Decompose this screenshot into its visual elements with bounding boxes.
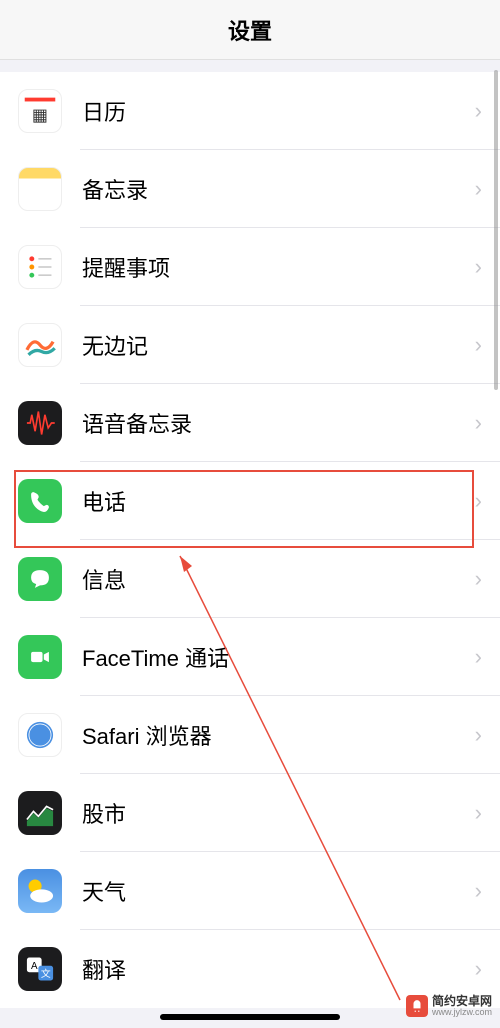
freeform-icon	[18, 323, 62, 367]
chevron-right-icon: ›	[475, 410, 482, 436]
notes-icon	[18, 167, 62, 211]
facetime-icon	[18, 635, 62, 679]
row-safari[interactable]: Safari 浏览器 ›	[0, 696, 500, 774]
voicememos-icon	[18, 401, 62, 445]
settings-list: ▦ 日历 › 备忘录 › 提醒事项 › 无边记 › 语音备忘录 › 电话 ›	[0, 72, 500, 1008]
safari-icon	[18, 713, 62, 757]
stocks-icon	[18, 791, 62, 835]
row-label: Safari 浏览器	[82, 719, 475, 751]
chevron-right-icon: ›	[475, 956, 482, 982]
watermark: 简约安卓网 www.jylzw.com	[406, 995, 492, 1018]
home-indicator[interactable]	[160, 1014, 340, 1020]
svg-text:▦: ▦	[32, 105, 48, 125]
scrollbar[interactable]	[494, 70, 498, 390]
chevron-right-icon: ›	[475, 176, 482, 202]
row-calendar[interactable]: ▦ 日历 ›	[0, 72, 500, 150]
row-facetime[interactable]: FaceTime 通话 ›	[0, 618, 500, 696]
row-label: 提醒事项	[82, 251, 475, 283]
row-stocks[interactable]: 股市 ›	[0, 774, 500, 852]
row-weather[interactable]: 天气 ›	[0, 852, 500, 930]
chevron-right-icon: ›	[475, 566, 482, 592]
translate-icon: A文	[18, 947, 62, 991]
row-voicememos[interactable]: 语音备忘录 ›	[0, 384, 500, 462]
phone-icon	[18, 479, 62, 523]
svg-text:文: 文	[41, 967, 51, 980]
weather-icon	[18, 869, 62, 913]
row-label: 信息	[82, 563, 475, 595]
row-label: 备忘录	[82, 173, 475, 205]
row-label: 日历	[82, 95, 475, 127]
messages-icon	[18, 557, 62, 601]
row-label: 无边记	[82, 329, 475, 361]
calendar-icon: ▦	[18, 89, 62, 133]
row-label: 天气	[82, 875, 475, 907]
watermark-icon	[406, 995, 428, 1017]
chevron-right-icon: ›	[475, 98, 482, 124]
chevron-right-icon: ›	[475, 332, 482, 358]
row-freeform[interactable]: 无边记 ›	[0, 306, 500, 384]
chevron-right-icon: ›	[475, 488, 482, 514]
row-label: FaceTime 通话	[82, 641, 475, 673]
watermark-url: www.jylzw.com	[432, 1008, 492, 1018]
page-title: 设置	[228, 14, 272, 46]
chevron-right-icon: ›	[475, 254, 482, 280]
row-label: 语音备忘录	[82, 407, 475, 439]
chevron-right-icon: ›	[475, 800, 482, 826]
row-label: 电话	[82, 485, 475, 517]
row-reminders[interactable]: 提醒事项 ›	[0, 228, 500, 306]
row-label: 翻译	[82, 953, 475, 985]
reminders-icon	[18, 245, 62, 289]
chevron-right-icon: ›	[475, 878, 482, 904]
row-notes[interactable]: 备忘录 ›	[0, 150, 500, 228]
row-messages[interactable]: 信息 ›	[0, 540, 500, 618]
svg-text:A: A	[31, 961, 38, 972]
chevron-right-icon: ›	[475, 722, 482, 748]
chevron-right-icon: ›	[475, 644, 482, 670]
row-label: 股市	[82, 797, 475, 829]
header: 设置	[0, 0, 500, 60]
row-phone[interactable]: 电话 ›	[0, 462, 500, 540]
